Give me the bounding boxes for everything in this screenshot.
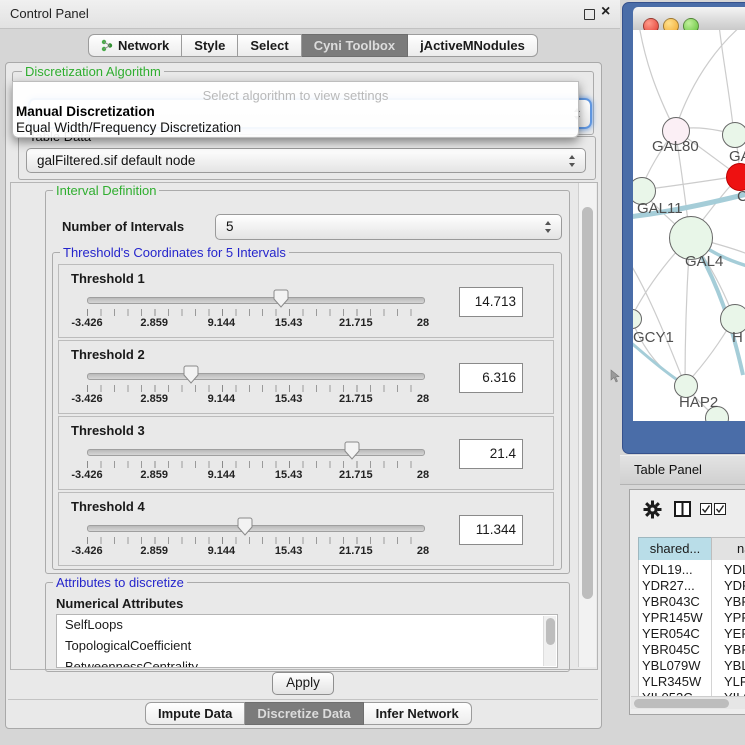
number-of-intervals-spinner[interactable]: 5: [215, 214, 562, 240]
network-node[interactable]: [722, 122, 745, 148]
gear-icon[interactable]: [643, 500, 662, 519]
threshold-2-slider-thumb[interactable]: [183, 365, 199, 385]
table-panel-titlebar: Table Panel: [620, 455, 745, 485]
node-label: GAL: [729, 148, 745, 165]
split-columns-icon[interactable]: [674, 501, 691, 517]
attributes-group-title: Attributes to discretize: [53, 575, 187, 590]
vertical-scrollbar-thumb[interactable]: [582, 207, 593, 599]
table-row[interactable]: YER054CYER0: [638, 626, 745, 642]
table-row[interactable]: YBR045CYBR0: [638, 642, 745, 658]
apply-button[interactable]: Apply: [272, 672, 334, 695]
control-panel-titlebar: Control Panel ×: [0, 0, 620, 29]
number-of-intervals-label: Number of Intervals: [62, 219, 184, 234]
threshold-2-label: Threshold 2: [71, 347, 145, 362]
algorithm-option-manual[interactable]: Manual Discretization: [16, 104, 155, 119]
tab-network-label: Network: [118, 35, 169, 56]
numerical-attributes-list[interactable]: SelfLoops TopologicalCoefficient Between…: [56, 614, 558, 668]
tab-discretize-data[interactable]: Discretize Data: [245, 702, 363, 725]
threshold-1-label: Threshold 1: [71, 271, 145, 286]
threshold-1-panel: Threshold 1 -3.426 2.859 9.144 15.43 21.…: [58, 264, 554, 338]
vertical-scrollbar[interactable]: [578, 183, 596, 667]
table-row[interactable]: YLR345WYLR3: [638, 674, 745, 690]
node-label: H: [732, 329, 743, 346]
combo-arrows-icon: [569, 155, 576, 167]
algorithm-placeholder-option[interactable]: Select algorithm to view settings: [13, 88, 578, 103]
node-label: HAP2: [679, 394, 718, 411]
number-of-intervals-value: 5: [226, 219, 234, 234]
horizontal-scrollbar[interactable]: [631, 696, 745, 709]
algorithm-option-equal-width[interactable]: Equal Width/Frequency Discretization: [16, 120, 241, 135]
list-item[interactable]: TopologicalCoefficient: [57, 636, 557, 657]
table-row[interactable]: YDL19...YDL1: [638, 562, 745, 578]
threshold-3-tickmarks: [87, 461, 424, 468]
tab-cyni-toolbox[interactable]: Cyni Toolbox: [302, 34, 408, 57]
table-row[interactable]: YBR043CYBR0: [638, 594, 745, 610]
column-header-name[interactable]: na: [711, 537, 745, 561]
close-icon[interactable]: ×: [601, 3, 610, 21]
table-panel-toolbar: [630, 490, 745, 534]
tab-select[interactable]: Select: [238, 34, 301, 57]
threshold-1-value-field[interactable]: 14.713: [459, 287, 523, 317]
threshold-4-label: Threshold 4: [71, 499, 145, 514]
threshold-2-ticklabels: -3.426 2.859 9.144 15.43 21.715 28: [87, 393, 423, 406]
node-label: GCY1: [633, 329, 674, 346]
float-window-icon[interactable]: [584, 9, 595, 20]
mouse-cursor: [610, 369, 620, 383]
threshold-4-ticklabels: -3.426 2.859 9.144 15.43 21.715 28: [87, 545, 423, 558]
bottom-tabs: Impute Data Discretize Data Infer Networ…: [145, 702, 472, 723]
interval-definition-group-title: Interval Definition: [53, 183, 159, 198]
numerical-attributes-label: Numerical Attributes: [56, 596, 183, 611]
threshold-1-slider-thumb[interactable]: [273, 289, 289, 309]
tab-style[interactable]: Style: [182, 34, 238, 57]
threshold-4-value-field[interactable]: 11.344: [459, 515, 523, 545]
node-label: GAL11: [637, 200, 683, 217]
threshold-3-slider-thumb[interactable]: [344, 441, 360, 461]
threshold-4-panel: Threshold 4 -3.426 2.859 9.144 15.43 21.…: [58, 492, 554, 566]
spinner-arrows-icon: [545, 221, 552, 233]
threshold-3-ticklabels: -3.426 2.859 9.144 15.43 21.715 28: [87, 469, 423, 482]
column-header-shared-name[interactable]: shared...: [638, 537, 712, 561]
threshold-2-panel: Threshold 2 -3.426 2.859 9.144 15.43 21.…: [58, 340, 554, 414]
table-data-selected-value: galFiltered.sif default node: [37, 153, 195, 168]
threshold-4-tickmarks: [87, 537, 424, 544]
network-icon: [101, 39, 113, 52]
network-window-titlebar[interactable]: [633, 7, 745, 31]
network-canvas[interactable]: GAL80 GAL C GAL11 GAL4 GCY1 H HAP2: [633, 30, 745, 421]
tab-jactivemnodules[interactable]: jActiveMNodules: [408, 34, 538, 57]
threshold-2-value-field[interactable]: 6.316: [459, 363, 523, 393]
node-label: GAL4: [685, 253, 723, 270]
threshold-3-panel: Threshold 3 -3.426 2.859 9.144 15.43 21.…: [58, 416, 554, 490]
threshold-3-value-field[interactable]: 21.4: [459, 439, 523, 469]
table-panel-box: shared... na YDL19...YDL1 YDR27...YDR2 Y…: [629, 489, 745, 715]
threshold-1-tickmarks: [87, 309, 424, 316]
checkbox-columns-icon[interactable]: [700, 503, 726, 515]
panel-divider: [8, 699, 598, 700]
list-scrollbar[interactable]: [543, 616, 556, 666]
threshold-4-slider-thumb[interactable]: [237, 517, 253, 537]
horizontal-scrollbar-thumb[interactable]: [634, 699, 729, 708]
threshold-2-tickmarks: [87, 385, 424, 392]
list-item[interactable]: BetweennessCentrality: [57, 657, 557, 668]
tab-network[interactable]: Network: [88, 34, 182, 57]
node-label: GAL80: [652, 138, 699, 155]
list-item[interactable]: SelfLoops: [57, 615, 557, 636]
table-row[interactable]: YDR27...YDR2: [638, 578, 745, 594]
tab-infer-network[interactable]: Infer Network: [364, 702, 472, 725]
tab-impute-data[interactable]: Impute Data: [145, 702, 245, 725]
control-panel-tabs: Network Style Select Cyni Toolbox jActiv…: [88, 34, 538, 57]
table-panel-title: Table Panel: [634, 462, 702, 477]
table-data-combobox[interactable]: galFiltered.sif default node: [26, 148, 586, 173]
application-root: Control Panel × Network Style Select Cyn…: [0, 0, 745, 745]
algorithm-dropdown-popup: Select algorithm to view settings Manual…: [12, 81, 579, 138]
discretization-algorithm-group-title: Discretization Algorithm: [22, 64, 164, 79]
control-panel-title: Control Panel: [10, 6, 89, 21]
table-row[interactable]: YPR145WYPR1: [638, 610, 745, 626]
table-row[interactable]: YBL079WYBL0: [638, 658, 745, 674]
threshold-3-label: Threshold 3: [71, 423, 145, 438]
node-label: C: [737, 188, 745, 205]
list-scrollbar-thumb[interactable]: [546, 618, 555, 645]
threshold-1-ticklabels: -3.426 2.859 9.144 15.43 21.715 28: [87, 317, 423, 330]
threshold-coordinates-group-title: Threshold's Coordinates for 5 Intervals: [60, 245, 289, 260]
